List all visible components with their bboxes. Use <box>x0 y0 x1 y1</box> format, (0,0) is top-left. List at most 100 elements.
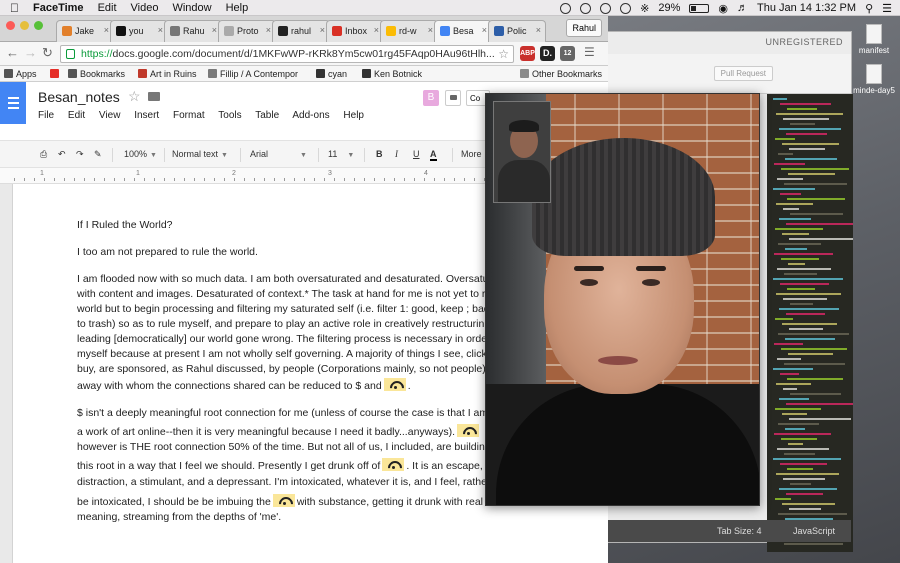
font-size-select[interactable]: 11 ▼ <box>328 149 354 159</box>
tab-size-label[interactable]: Tab Size: 4 <box>717 526 762 536</box>
collaborator-avatar[interactable]: B <box>423 90 439 106</box>
self-view-preview[interactable] <box>493 101 551 203</box>
bookmark-bookmarks[interactable]: Bookmarks <box>68 69 125 79</box>
bookmark-label: Bookmarks <box>80 69 126 79</box>
adblock-icon[interactable]: ABP <box>520 46 535 61</box>
status-icon[interactable] <box>560 2 572 14</box>
menu-window[interactable]: Window <box>172 2 211 14</box>
browser-tab[interactable]: Polic × <box>488 20 546 42</box>
ruler-tick <box>204 178 205 181</box>
docs-menu-tools[interactable]: Tools <box>218 110 241 121</box>
desktop-file[interactable]: minde-day5 <box>852 64 896 95</box>
close-tab-icon[interactable]: × <box>104 25 109 35</box>
bluetooth-icon[interactable]: ※ <box>640 2 649 15</box>
reload-icon[interactable]: ↻ <box>42 45 53 61</box>
docs-menu-file[interactable]: File <box>38 110 54 121</box>
address-bar[interactable]: https://docs.google.com/document/d/1MKFw… <box>60 45 514 63</box>
zoom-window-icon[interactable] <box>34 21 43 30</box>
redo-icon[interactable]: ↷ <box>76 149 84 160</box>
docs-menu-table[interactable]: Table <box>255 110 279 121</box>
close-tab-icon[interactable]: × <box>320 25 325 35</box>
close-tab-icon[interactable]: × <box>158 25 163 35</box>
chevron-down-icon: ▼ <box>347 152 355 159</box>
bookmark-youtube[interactable] <box>50 69 62 79</box>
clock[interactable]: Thu Jan 14 1:32 PM <box>757 2 856 14</box>
code-area[interactable] <box>767 94 853 552</box>
minimize-window-icon[interactable] <box>20 21 29 30</box>
docs-menu-view[interactable]: View <box>99 110 121 121</box>
battery-icon[interactable] <box>689 3 710 13</box>
kb-icon <box>362 69 371 78</box>
docs-menu-icon[interactable] <box>0 82 26 124</box>
language-label[interactable]: JavaScript <box>793 526 835 536</box>
docs-menu-format[interactable]: Format <box>173 110 205 121</box>
browser-tab[interactable]: Inbox × <box>326 20 384 42</box>
profile-button[interactable]: Rahul <box>566 19 602 37</box>
ruler-tick <box>344 178 345 181</box>
browser-tab[interactable]: rd-w × <box>380 20 438 42</box>
close-tab-icon[interactable]: × <box>212 25 217 35</box>
menu-app-name[interactable]: FaceTime <box>33 2 84 14</box>
bookmark-star-icon[interactable]: ☆ <box>498 47 509 61</box>
extension-badge[interactable]: 12 <box>560 46 575 61</box>
time-machine-icon[interactable] <box>620 2 632 14</box>
close-window-icon[interactable] <box>6 21 15 30</box>
disconnect-icon[interactable]: D. <box>540 46 555 61</box>
forward-icon[interactable]: → <box>24 45 37 60</box>
style-select[interactable]: Normal text ▼ <box>172 149 228 159</box>
star-icon[interactable]: ☆ <box>128 88 141 105</box>
bookmark-art-in-ruins[interactable]: Art in Ruins <box>138 69 197 79</box>
desktop-file[interactable]: manifest <box>852 24 896 55</box>
battery-percent[interactable]: 29% <box>658 2 680 14</box>
bookmark-cyan[interactable]: cyan <box>316 69 347 79</box>
browser-tab[interactable]: you × <box>110 20 168 42</box>
notification-icon[interactable]: ☰ <box>882 2 892 15</box>
bookmark-apps[interactable]: Apps <box>4 69 37 79</box>
browser-tab[interactable]: Proto × <box>218 20 276 42</box>
paint-format-icon[interactable]: ✎ <box>94 149 102 160</box>
docs-menu-help[interactable]: Help <box>343 110 364 121</box>
undo-icon[interactable]: ↶ <box>58 149 66 160</box>
text-color-button[interactable]: A <box>430 149 437 161</box>
close-tab-icon[interactable]: × <box>428 25 433 35</box>
close-tab-icon[interactable]: × <box>266 25 271 35</box>
block-icon[interactable] <box>580 2 592 14</box>
volume-icon[interactable]: ♬ <box>737 2 748 14</box>
code-line <box>778 513 847 515</box>
apple-menu-icon[interactable]:  <box>10 1 19 15</box>
other-bookmarks[interactable]: Other Bookmarks <box>520 69 602 79</box>
docs-menu-addons[interactable]: Add-ons <box>292 110 329 121</box>
wifi-menu-icon[interactable]: ◉ <box>718 2 728 15</box>
docs-menu-insert[interactable]: Insert <box>134 110 159 121</box>
docs-menu-edit[interactable]: Edit <box>68 110 85 121</box>
document-title[interactable]: Besan_notes <box>38 89 120 105</box>
bold-button[interactable]: B <box>376 149 383 159</box>
code-line <box>786 223 853 225</box>
menu-video[interactable]: Video <box>131 2 159 14</box>
menu-edit[interactable]: Edit <box>98 2 117 14</box>
close-tab-icon[interactable]: × <box>536 25 541 35</box>
print-icon[interactable]: ⎙ <box>40 149 47 160</box>
browser-tab[interactable]: Rahu × <box>164 20 222 42</box>
menu-icon[interactable]: ☰ <box>584 45 595 59</box>
back-icon[interactable]: ← <box>6 45 19 60</box>
chat-icon[interactable] <box>445 90 461 106</box>
pull-request-button[interactable]: Pull Request <box>713 66 773 81</box>
bookmark-fillip[interactable]: Fillip / A Contempor <box>208 69 298 79</box>
zoom-select[interactable]: 100% ▼ <box>124 149 157 159</box>
dropbox-icon[interactable] <box>600 2 612 14</box>
folder-icon[interactable] <box>148 92 160 101</box>
underline-button[interactable]: U <box>413 149 420 159</box>
browser-tab[interactable]: Besa × <box>434 20 492 42</box>
menu-help[interactable]: Help <box>226 2 249 14</box>
font-select[interactable]: Arial ▼ <box>250 149 307 159</box>
close-tab-icon[interactable]: × <box>482 25 487 35</box>
italic-button[interactable]: I <box>395 149 398 159</box>
bookmark-ken-botnick[interactable]: Ken Botnick <box>362 69 422 79</box>
close-tab-icon[interactable]: × <box>374 25 379 35</box>
spotlight-icon[interactable]: ⚲ <box>865 2 873 15</box>
code-line <box>784 453 815 455</box>
browser-tab[interactable]: Jake × <box>56 20 114 42</box>
browser-tab[interactable]: rahul × <box>272 20 330 42</box>
facetime-window[interactable] <box>485 93 760 506</box>
